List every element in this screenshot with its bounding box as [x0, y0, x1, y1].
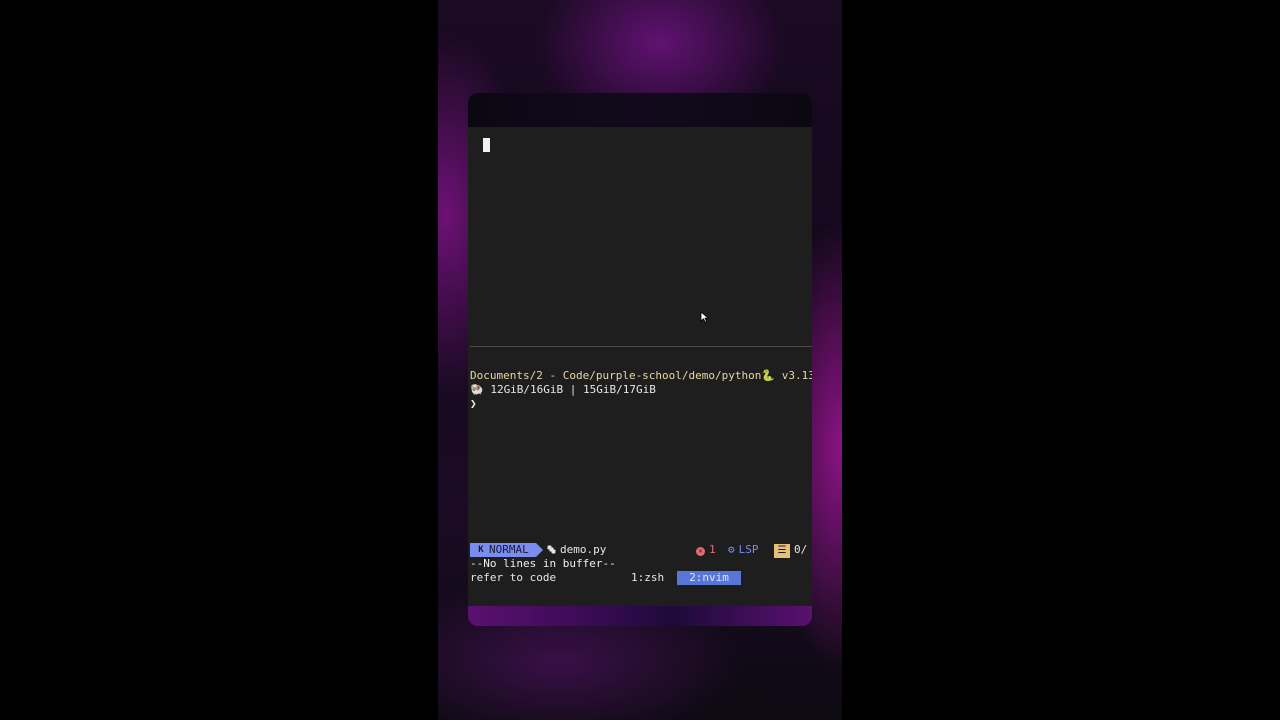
- nvim-statusline: K NORMAL demo.py ✕ 1 ⚙ LSP ☰ 0/: [470, 543, 812, 558]
- tmux-window-nvim[interactable]: 2:nvim: [677, 571, 741, 585]
- screen: Documents/2 - Code/purple-school/demo/py…: [0, 0, 1280, 720]
- nvim-editor-pane[interactable]: [468, 127, 812, 346]
- mode-label: NORMAL: [489, 543, 529, 556]
- tmux-session-label: refer to code: [470, 571, 557, 584]
- diagnostics-errors: ✕ 1: [696, 543, 716, 557]
- window-titlebar[interactable]: [468, 93, 812, 127]
- mode-indicator: K NORMAL: [470, 543, 536, 557]
- prompt-path-line: Documents/2 - Code/purple-school/demo/py…: [470, 369, 812, 382]
- tmux-status-bar: refer to code 1:zsh 2:nvim: [468, 571, 812, 585]
- position-text: 0/: [794, 543, 808, 556]
- text-cursor: [483, 138, 490, 152]
- error-count: 1: [709, 543, 716, 556]
- mouse-pointer-icon: [700, 311, 710, 323]
- lines-icon: ☰: [774, 544, 790, 558]
- position-segment: ☰ 0/: [774, 543, 807, 558]
- vim-mode-icon: K: [478, 545, 484, 555]
- error-circle-icon: ✕: [696, 547, 705, 556]
- tmux-window-zsh[interactable]: 1:zsh: [631, 571, 664, 585]
- zsh-terminal-pane[interactable]: Documents/2 - Code/purple-school/demo/py…: [468, 347, 812, 543]
- file-name-segment: demo.py: [547, 543, 606, 557]
- file-name: demo.py: [560, 543, 607, 556]
- lsp-label: LSP: [738, 543, 759, 556]
- lsp-status: ⚙ LSP: [728, 543, 759, 557]
- memory-usage-line: 🐏 12GiB/16GiB | 15GiB/17GiB: [470, 383, 656, 396]
- window-bottom-glow: [468, 606, 812, 626]
- terminal-window[interactable]: Documents/2 - Code/purple-school/demo/py…: [468, 93, 812, 626]
- command-line-message: --No lines in buffer--: [470, 557, 616, 570]
- gears-icon: ⚙: [728, 543, 735, 556]
- mode-separator: [536, 543, 543, 557]
- shell-prompt[interactable]: ❯: [470, 397, 477, 411]
- python-file-icon: [547, 545, 556, 554]
